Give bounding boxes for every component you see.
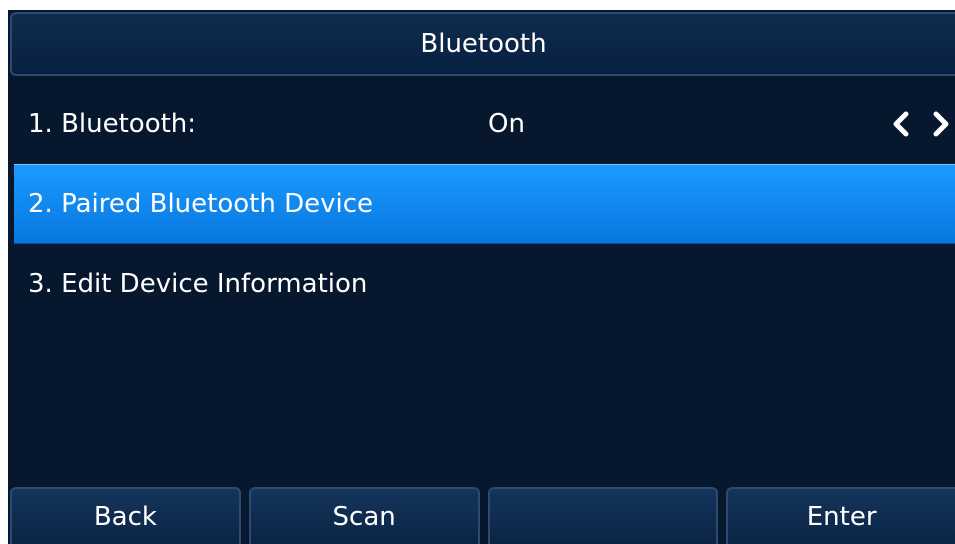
softkey-bar: Back Scan Enter (10, 487, 955, 544)
chevron-right-icon[interactable] (927, 110, 955, 138)
enter-button[interactable]: Enter (726, 487, 955, 544)
bluetooth-status-value: On (488, 109, 525, 139)
back-button[interactable]: Back (10, 487, 241, 544)
phone-screen: Bluetooth 1. Bluetooth: On 2. Paired Blu… (0, 0, 955, 544)
value-switcher (887, 110, 955, 138)
menu-item-label: 3. Edit Device Information (28, 269, 368, 299)
menu-list: 1. Bluetooth: On 2. Paired Bluetooth Dev… (14, 84, 955, 324)
menu-item-bluetooth[interactable]: 1. Bluetooth: On (14, 84, 955, 164)
screen-border-left (0, 0, 8, 544)
menu-item-label: 1. Bluetooth: (28, 109, 197, 139)
menu-item-edit-device-info[interactable]: 3. Edit Device Information (14, 244, 955, 324)
menu-item-paired-devices[interactable]: 2. Paired Bluetooth Device (14, 164, 955, 244)
title-bar: Bluetooth (10, 12, 955, 76)
empty-softkey[interactable] (487, 487, 719, 544)
screen-border-top (0, 0, 955, 10)
menu-item-label: 2. Paired Bluetooth Device (28, 189, 374, 219)
scan-button[interactable]: Scan (248, 487, 480, 544)
chevron-left-icon[interactable] (887, 110, 915, 138)
page-title: Bluetooth (420, 29, 547, 59)
